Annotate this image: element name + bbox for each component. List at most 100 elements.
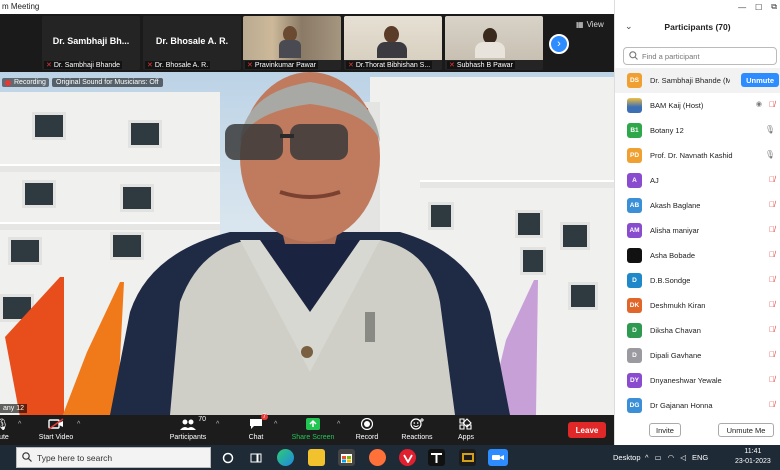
language-label[interactable]: ENG [692, 453, 708, 462]
participant-row[interactable]: DK Deshmukh Kiran 🎙̸ [615, 293, 780, 318]
window-titlebar: m Meeting [0, 0, 614, 14]
mic-muted-icon: ✕ [147, 62, 153, 69]
participant-row[interactable]: A AJ 🎙̸ [615, 168, 780, 193]
unmute-me-button[interactable]: Unmute Me [718, 423, 774, 437]
mic-muted-icon: 🎙̸ [769, 300, 775, 309]
chevron-up-icon[interactable]: ^ [645, 453, 649, 462]
panel-title: Participants (70) [664, 22, 731, 32]
avatar [627, 98, 642, 113]
camera-feed [243, 16, 341, 60]
meeting-toolbar: 🎙 nute ^ Start Video ^ 70 Participants ^… [0, 414, 614, 445]
minimize-icon[interactable]: — [738, 3, 746, 12]
reactions-button[interactable]: Reactions [391, 417, 443, 441]
app-icon[interactable] [459, 449, 476, 466]
avatar: D [627, 273, 642, 288]
apps-icon [440, 417, 492, 431]
recording-indicator[interactable]: Recording [2, 78, 49, 87]
zoom-meeting-screen: m Meeting Dr. Sambhaji Bh... ✕ Dr. Sambh… [0, 0, 780, 470]
participants-label: Participants [169, 434, 207, 441]
record-button[interactable]: Record [341, 417, 393, 441]
video-tile[interactable]: ✕ Pravinkumar Pawar [243, 16, 341, 70]
reactions-label: Reactions [401, 434, 433, 441]
chat-badge: 7 [260, 414, 268, 420]
video-tile[interactable]: ✕ Subhash B Pawar [445, 16, 543, 70]
avatar: B1 [627, 123, 642, 138]
participant-row[interactable]: B1 Botany 12 🎙 [615, 118, 780, 143]
audio-options-caret[interactable]: ^ [18, 421, 21, 428]
vivaldi-icon[interactable] [399, 449, 416, 466]
speaker-person [110, 72, 510, 415]
camera-feed [344, 16, 442, 60]
video-tile[interactable]: ✕ Dr.Thorat Bibhishan S... [344, 16, 442, 70]
original-sound-toggle[interactable]: Original Sound for Musicians: Off [52, 78, 163, 87]
tv-app-icon[interactable] [428, 449, 445, 466]
store-icon[interactable] [338, 449, 355, 466]
popout-icon[interactable]: ⧉ [771, 2, 777, 12]
chevron-right-icon: › [557, 38, 561, 50]
start-button[interactable] [0, 445, 16, 470]
participant-name: Dnyaneshwar Yewale [650, 376, 722, 385]
video-tile[interactable]: Dr. Bhosale A. R. ✕ Dr. Bhosale A. R. [143, 16, 241, 70]
view-button[interactable]: ▦ View [576, 20, 604, 29]
invite-button[interactable]: Invite [649, 423, 681, 437]
next-page-button[interactable]: › [549, 34, 569, 54]
battery-icon[interactable]: ▭ [655, 453, 662, 462]
video-tile[interactable]: Dr. Sambhaji Bh... ✕ Dr. Sambhaji Bhande [42, 16, 140, 70]
recording-status-icon: ◉ [755, 101, 762, 108]
participant-list: DS Dr. Sambhaji Bhande (Me) Unmute BAM K… [615, 68, 780, 418]
participants-button[interactable]: 70 Participants [162, 416, 214, 441]
participant-row[interactable]: D D.B.Sondge 🎙̸ [615, 268, 780, 293]
camera-feed [445, 16, 543, 60]
avatar: A [627, 173, 642, 188]
file-explorer-icon[interactable] [308, 449, 325, 466]
participant-row[interactable]: BAM Kaij (Host) ◉ 🎙̸ [615, 93, 780, 118]
participant-row[interactable]: AB Akash Baglane 🎙̸ [615, 193, 780, 218]
wifi-icon[interactable]: ◠ [668, 453, 675, 462]
task-view-icon[interactable] [247, 449, 264, 466]
participant-row[interactable]: AM Alisha maniyar 🎙̸ [615, 218, 780, 243]
mic-muted-icon: 🎙̸ [769, 175, 775, 184]
maximize-icon[interactable]: ☐ [755, 3, 762, 12]
video-strip: Dr. Sambhaji Bh... ✕ Dr. Sambhaji Bhande… [0, 14, 614, 72]
desktop-label[interactable]: Desktop [613, 445, 641, 470]
apps-button[interactable]: Apps [440, 417, 492, 441]
taskbar-clock[interactable]: 11:41 23-01-2023 [735, 447, 771, 467]
mic-icon: 🎙 [764, 125, 775, 134]
participant-name: Alisha maniyar [650, 226, 700, 235]
edge-browser-icon[interactable] [277, 449, 294, 466]
share-options-caret[interactable]: ^ [337, 421, 340, 428]
building-window [32, 112, 66, 140]
record-dot-icon [5, 79, 11, 86]
video-options-caret[interactable]: ^ [77, 421, 80, 428]
building-window [568, 282, 598, 310]
building-window [520, 247, 546, 275]
search-icon [629, 50, 638, 62]
mic-muted-icon: ✕ [247, 62, 253, 69]
participant-row[interactable]: DS Dr. Sambhaji Bhande (Me) Unmute [615, 68, 780, 93]
mic-muted-icon: 🎙̸ [769, 375, 775, 384]
participant-row[interactable]: D Diksha Chavan 🎙̸ [615, 318, 780, 343]
taskbar-search-input[interactable]: Type here to search [16, 447, 211, 468]
avatar: D [627, 348, 642, 363]
share-screen-button[interactable]: Share Screen [287, 417, 339, 441]
firefox-icon[interactable] [369, 449, 386, 466]
participant-row[interactable]: D Dipali Gavhane 🎙̸ [615, 343, 780, 368]
recording-label: Recording [14, 79, 46, 86]
chat-options-caret[interactable]: ^ [274, 421, 277, 428]
participants-options-caret[interactable]: ^ [216, 421, 219, 428]
participant-row[interactable]: PD Prof. Dr. Navnath Kashid 🎙 [615, 143, 780, 168]
volume-icon[interactable]: ◁ [680, 453, 686, 462]
leave-button[interactable]: Leave [568, 422, 606, 438]
avatar: PD [627, 148, 642, 163]
participant-row[interactable]: Asha Bobade 🎙̸ [615, 243, 780, 268]
participant-row[interactable]: DG Dr Gajanan Honna 🎙̸ [615, 393, 780, 418]
zoom-app-icon[interactable] [488, 449, 508, 466]
tile-label-text: Dr. Bhosale A. R. [154, 61, 209, 69]
start-video-button[interactable]: Start Video [30, 417, 82, 441]
tile-label-text: Dr. Sambhaji Bhande [53, 61, 121, 69]
participant-name: Dr. Sambhaji Bhande (Me) [650, 76, 730, 85]
cortana-icon[interactable] [219, 449, 236, 466]
unmute-button[interactable]: Unmute [741, 73, 779, 87]
participant-search-input[interactable]: Find a participant [623, 47, 777, 65]
participant-row[interactable]: DY Dnyaneshwar Yewale 🎙̸ [615, 368, 780, 393]
